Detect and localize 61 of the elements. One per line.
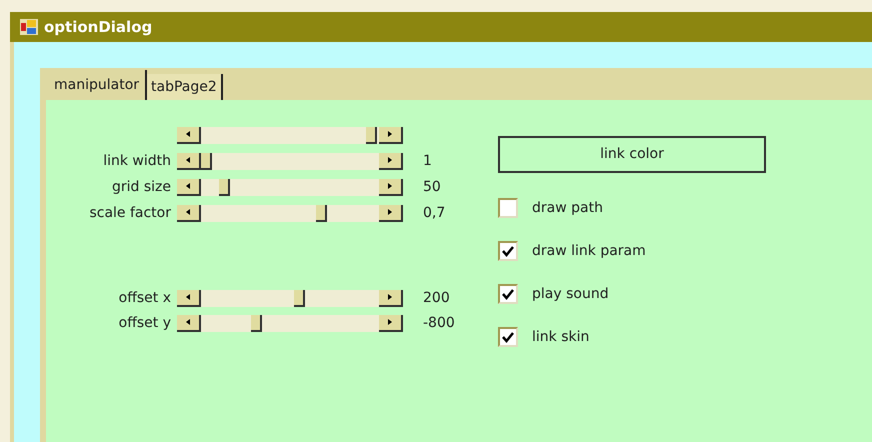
checkbox-label: draw path	[532, 198, 603, 218]
slider-thumb[interactable]	[294, 290, 305, 306]
checkbox-label: link skin	[532, 328, 590, 346]
left-arrow-icon	[186, 319, 190, 325]
slider-value: 1	[423, 152, 432, 170]
slider-label: scale factor	[89, 204, 171, 220]
left-arrow-button[interactable]	[177, 314, 201, 332]
slider-label: offset x	[118, 290, 171, 306]
window-title: optionDialog	[44, 16, 152, 38]
slider-value: 50	[423, 178, 441, 196]
checkbox[interactable]	[498, 327, 518, 347]
right-arrow-icon	[388, 319, 392, 325]
right-arrow-button[interactable]	[379, 314, 403, 332]
check-icon	[502, 246, 514, 256]
slider-label: grid size	[112, 178, 171, 194]
slider-thumb[interactable]	[218, 178, 230, 196]
left-arrow-icon	[186, 209, 190, 215]
scroll-bar[interactable]	[177, 178, 403, 196]
right-arrow-icon	[388, 294, 392, 300]
left-arrow-icon	[186, 183, 190, 189]
slider-label: link width	[103, 152, 171, 168]
right-arrow-button[interactable]	[379, 178, 403, 196]
scroll-bar[interactable]	[177, 204, 403, 222]
checkbox-label: play sound	[532, 284, 609, 304]
slider-thumb[interactable]	[366, 126, 377, 144]
slider-thumb[interactable]	[316, 204, 328, 222]
right-arrow-icon	[388, 209, 392, 215]
check-icon	[502, 332, 514, 342]
app-icon	[20, 19, 38, 35]
right-arrow-icon	[388, 183, 392, 189]
right-arrow-button[interactable]	[379, 126, 403, 144]
checkbox-label: draw link param	[532, 242, 646, 260]
check-icon	[502, 288, 514, 300]
scroll-bar[interactable]	[177, 314, 403, 332]
left-arrow-button[interactable]	[177, 204, 201, 222]
right-arrow-button[interactable]	[379, 152, 403, 170]
left-arrow-icon	[186, 131, 190, 137]
slider-label: offset y	[118, 314, 171, 330]
tab[interactable]: tabPage2	[147, 74, 223, 100]
slider-thumb[interactable]	[200, 152, 212, 170]
left-arrow-button[interactable]	[177, 152, 201, 170]
left-arrow-icon	[186, 157, 190, 163]
checkbox[interactable]	[498, 198, 518, 218]
right-arrow-icon	[388, 131, 392, 137]
scroll-bar[interactable]	[177, 126, 403, 144]
checkbox[interactable]	[498, 284, 518, 304]
slider-value: 0,7	[423, 204, 446, 222]
slider-value: -800	[423, 314, 455, 332]
left-arrow-button[interactable]	[177, 290, 201, 306]
slider-thumb[interactable]	[250, 314, 262, 332]
right-arrow-button[interactable]	[379, 290, 403, 306]
scroll-bar[interactable]	[177, 152, 403, 170]
left-arrow-button[interactable]	[177, 178, 201, 196]
right-arrow-icon	[388, 157, 392, 163]
left-arrow-icon	[186, 294, 190, 300]
slider-value: 200	[423, 288, 450, 308]
right-arrow-button[interactable]	[379, 204, 403, 222]
left-arrow-button[interactable]	[177, 126, 201, 144]
scroll-bar[interactable]	[177, 290, 403, 306]
checkbox[interactable]	[498, 241, 518, 261]
link-color-button[interactable]: link color	[498, 136, 766, 173]
